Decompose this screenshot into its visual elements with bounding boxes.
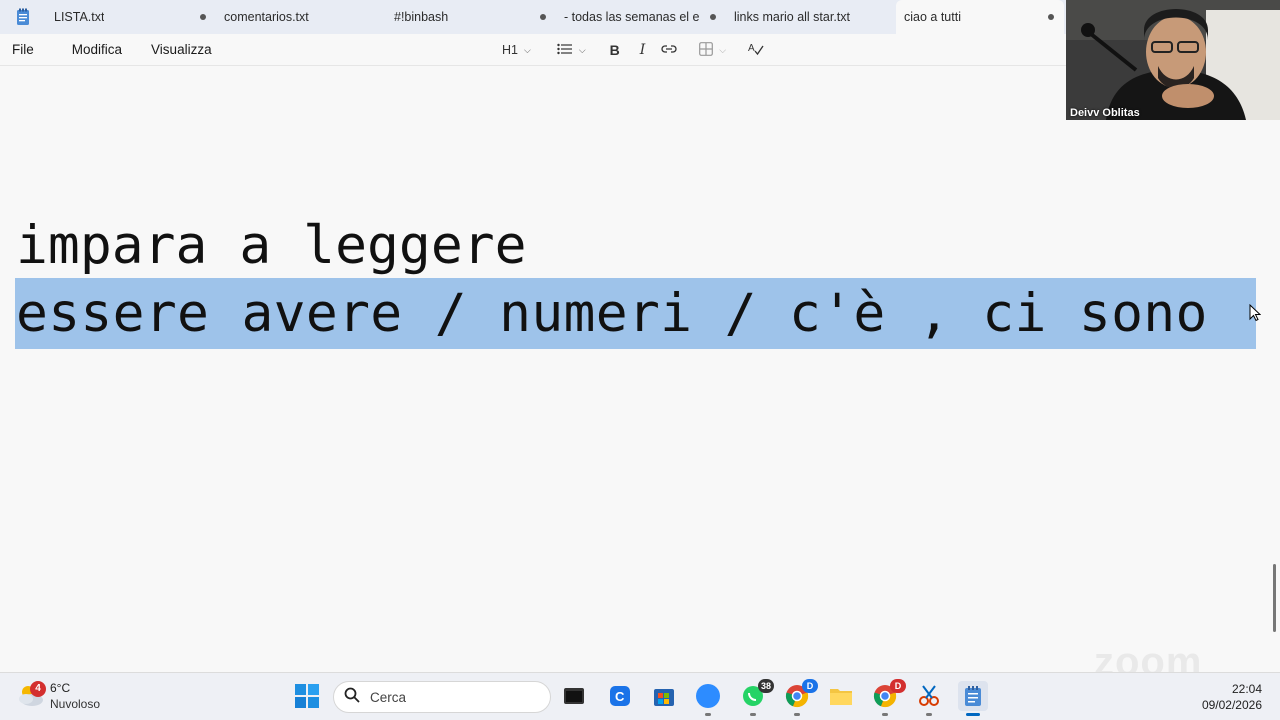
profile-badge: D xyxy=(890,679,906,693)
taskbar-file-explorer[interactable] xyxy=(826,681,856,711)
spellcheck-button[interactable]: A xyxy=(742,37,770,63)
tab-comentarios[interactable]: comentarios.txt xyxy=(216,0,386,34)
heading-dropdown[interactable]: H1 ⌵ xyxy=(496,37,537,63)
taskbar-store[interactable] xyxy=(649,681,679,711)
editor-line-1[interactable]: impara a leggere xyxy=(16,216,527,276)
folder-icon xyxy=(830,689,852,705)
tab-binbash[interactable]: #!binbash xyxy=(386,0,556,34)
snipping-icon xyxy=(919,685,939,706)
chevron-down-icon: ⌵ xyxy=(578,44,586,55)
running-indicator xyxy=(750,713,756,716)
link-icon xyxy=(661,43,677,57)
menu-edit[interactable]: Modifica xyxy=(46,42,134,57)
vertical-scrollbar[interactable] xyxy=(1273,564,1276,632)
tab-ciao-a-tutti[interactable]: ciao a tutti xyxy=(896,0,1064,34)
start-button[interactable] xyxy=(294,683,320,709)
taskbar-notepad[interactable] xyxy=(958,681,988,716)
search-placeholder: Cerca xyxy=(370,689,407,705)
tab-label: comentarios.txt xyxy=(224,10,309,24)
menu-file[interactable]: File xyxy=(0,42,46,57)
active-window-indicator xyxy=(966,713,980,716)
tab-lista[interactable]: LISTA.txt xyxy=(46,0,216,34)
taskbar-chrome-2[interactable]: D xyxy=(870,679,906,716)
list-dropdown[interactable]: ⌵ xyxy=(551,37,592,63)
tab-todas-las-semanas[interactable]: - todas las semanas el e xyxy=(556,0,726,34)
taskbar-whatsapp[interactable]: 38 xyxy=(738,679,774,716)
taskbar-c-app[interactable]: C xyxy=(605,681,635,711)
weather-temperature: 6°C xyxy=(50,681,71,695)
taskbar-zoom[interactable] xyxy=(693,681,723,716)
webcam-video: Deivv Oblitas xyxy=(1066,0,1280,120)
svg-text:C: C xyxy=(615,689,625,704)
menu-view[interactable]: Visualizza xyxy=(134,42,224,57)
bold-button[interactable]: B xyxy=(604,37,626,63)
tab-label: - todas las semanas el e xyxy=(564,10,699,24)
mouse-cursor-icon xyxy=(1249,303,1262,327)
zoom-icon xyxy=(696,684,720,708)
tab-bar: LISTA.txt comentarios.txt #!binbash - to… xyxy=(0,0,1066,34)
system-clock[interactable]: 22:04 09/02/2026 xyxy=(1202,681,1262,713)
table-icon xyxy=(699,41,714,59)
unsaved-dot-icon[interactable] xyxy=(710,14,716,20)
running-indicator xyxy=(794,713,800,716)
participant-name: Deivv Oblitas xyxy=(1070,107,1140,119)
chevron-down-icon: ⌵ xyxy=(523,44,531,55)
terminal-icon xyxy=(564,688,584,704)
taskbar: 4 6°C Nuvoloso Cerca C 38 D D 22:04 09/0… xyxy=(0,672,1280,720)
windows-icon xyxy=(295,684,319,708)
spellcheck-icon: A xyxy=(748,42,764,59)
notification-badge: 38 xyxy=(758,679,774,693)
tab-label: links mario all star.txt xyxy=(734,10,851,24)
participant-video-image xyxy=(1066,0,1280,120)
unsaved-dot-icon[interactable] xyxy=(540,14,546,20)
bold-icon: B xyxy=(609,42,620,58)
table-dropdown[interactable]: ⌵ xyxy=(693,37,732,63)
tab-label: #!binbash xyxy=(394,10,449,24)
running-indicator xyxy=(705,713,711,716)
italic-icon: I xyxy=(639,42,646,58)
running-indicator xyxy=(926,713,932,716)
tab-label: ciao a tutti xyxy=(904,10,961,24)
unsaved-dot-icon[interactable] xyxy=(1048,14,1054,20)
notepad-app-icon xyxy=(0,0,46,34)
c-app-icon: C xyxy=(610,686,630,706)
clock-time: 22:04 xyxy=(1231,682,1262,696)
list-icon xyxy=(557,43,573,58)
weather-widget[interactable]: 4 6°C Nuvoloso xyxy=(16,679,126,715)
profile-badge: D xyxy=(802,679,818,693)
taskbar-terminal[interactable] xyxy=(559,681,589,711)
unsaved-dot-icon[interactable] xyxy=(200,14,206,20)
link-button[interactable] xyxy=(655,37,683,63)
heading-label: H1 xyxy=(502,43,518,57)
notepad-icon xyxy=(965,686,981,706)
taskbar-snipping-tool[interactable] xyxy=(914,681,944,716)
weather-description: Nuvoloso xyxy=(50,697,101,711)
store-icon xyxy=(654,689,674,706)
running-indicator xyxy=(882,713,888,716)
chevron-down-icon: ⌵ xyxy=(719,44,727,55)
weather-alert-badge: 4 xyxy=(30,681,46,697)
tab-links-mario[interactable]: links mario all star.txt xyxy=(726,0,896,34)
italic-button[interactable]: I xyxy=(634,37,652,63)
svg-text:A: A xyxy=(748,43,755,54)
format-toolbar: H1 ⌵ ⌵ B I ⌵ A xyxy=(496,34,770,66)
text-editor[interactable]: impara a leggere essere avere / numeri /… xyxy=(0,66,1280,672)
clock-date: 09/02/2026 xyxy=(1201,698,1262,712)
taskbar-chrome-1[interactable]: D xyxy=(782,679,818,716)
taskbar-search[interactable]: Cerca xyxy=(333,681,551,713)
menu-bar: File Modifica Visualizza H1 ⌵ ⌵ B I ⌵ A xyxy=(0,34,1066,66)
editor-line-2-selected[interactable]: essere avere / numeri / c'è , ci sono xyxy=(16,284,1240,344)
search-icon xyxy=(344,687,360,708)
tab-label: LISTA.txt xyxy=(54,10,105,24)
